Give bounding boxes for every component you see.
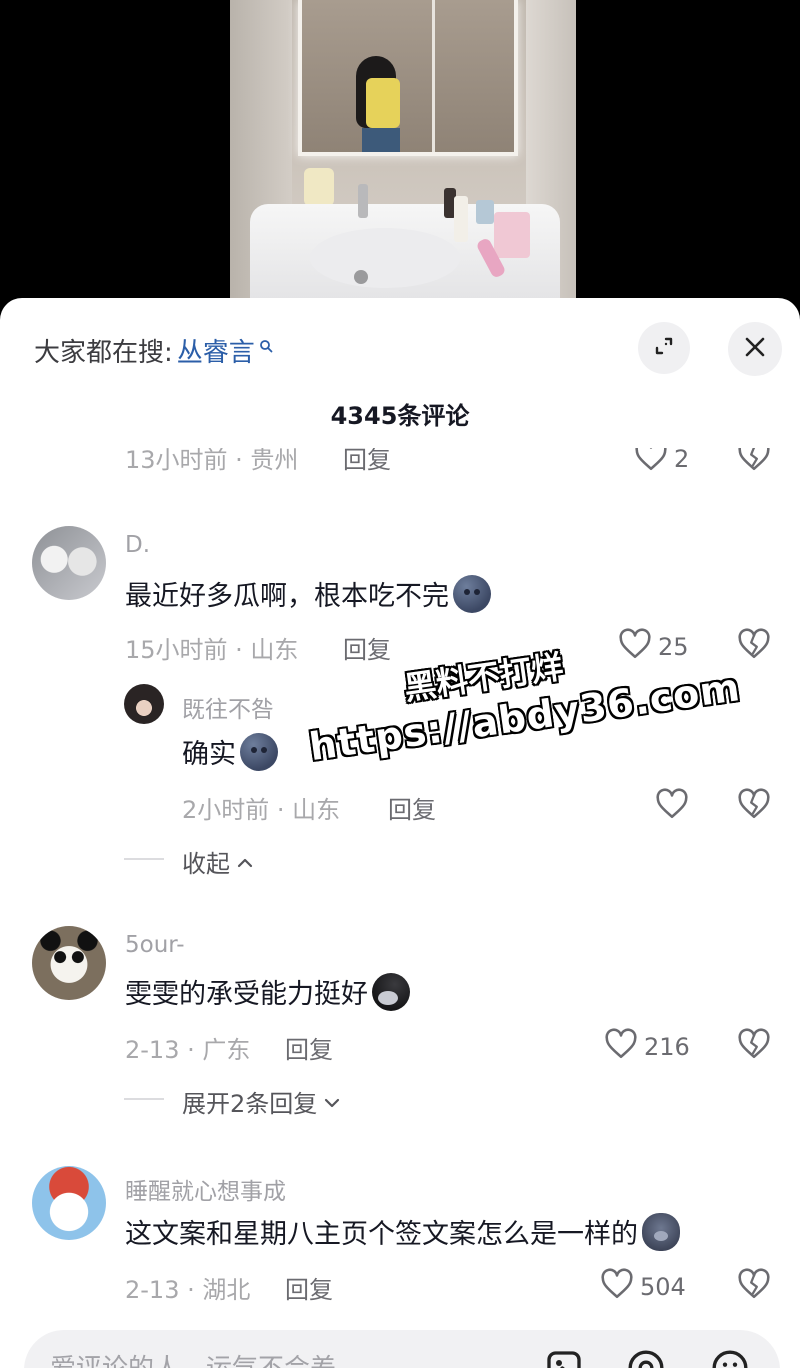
collapse-icon — [652, 334, 676, 362]
collapse-replies-label: 收起 — [182, 850, 230, 878]
heart-icon — [655, 788, 689, 824]
comment-time-location: 2-13 · 湖北 — [125, 1276, 251, 1304]
dislike-heart-icon — [737, 1028, 771, 1064]
dislike-heart-icon — [737, 788, 771, 824]
reply-username[interactable]: 既往不咎 — [182, 690, 274, 724]
reply-button[interactable]: 回复 — [388, 790, 436, 825]
divider — [124, 1098, 164, 1100]
like-count: 25 — [658, 633, 689, 661]
reply-text: 确实 — [182, 732, 278, 771]
comment-text: 雯雯的承受能力挺好 — [125, 972, 410, 1011]
avatar[interactable] — [124, 684, 164, 724]
emoji-icon[interactable] — [710, 1348, 750, 1368]
like-button[interactable]: 216 — [604, 1028, 690, 1066]
reply-text-content: 确实 — [182, 739, 236, 770]
chevron-up-icon — [230, 848, 254, 876]
expand-replies-button[interactable]: 展开2条回复 — [182, 1084, 341, 1119]
trending-search-prefix: 大家都在搜: — [34, 337, 173, 368]
pig-face-emoji — [642, 1212, 680, 1251]
reply-button[interactable]: 回复 — [285, 1030, 333, 1065]
like-button[interactable] — [655, 788, 689, 824]
trending-search[interactable]: 大家都在搜: 丛睿言 — [34, 328, 273, 372]
comment-username[interactable]: D. — [125, 532, 150, 558]
dislike-button[interactable] — [737, 1028, 771, 1064]
dark-face-emoji — [372, 972, 410, 1011]
reply-button[interactable]: 回复 — [343, 448, 391, 475]
moon-face-emoji — [240, 732, 278, 771]
comment-text: 最近好多瓜啊，根本吃不完 — [125, 574, 491, 613]
clipped-comment-meta: 13小时前 · 贵州 回复 2 — [0, 448, 800, 484]
like-button[interactable]: 25 — [618, 628, 689, 666]
divider — [124, 858, 164, 860]
trending-search-term[interactable]: 丛睿言 — [177, 332, 255, 369]
like-count: 216 — [644, 1033, 690, 1061]
at-icon[interactable] — [626, 1348, 666, 1368]
heart-icon — [618, 628, 658, 666]
comment-time-location: 2-13 · 广东 — [125, 1036, 251, 1064]
dislike-heart-icon — [737, 628, 771, 664]
dislike-heart-icon — [737, 448, 771, 476]
comment-text-content: 这文案和星期八主页个签文案怎么是一样的 — [125, 1219, 638, 1250]
comment-text-content: 最近好多瓜啊，根本吃不完 — [125, 581, 449, 612]
avatar[interactable] — [32, 526, 106, 600]
reply-button[interactable]: 回复 — [343, 630, 391, 665]
like-count: 2 — [674, 448, 690, 473]
expand-replies-label: 展开2条回复 — [182, 1090, 318, 1118]
dislike-button[interactable] — [737, 1268, 771, 1304]
comment-username[interactable]: 睡醒就心想事成 — [125, 1172, 286, 1206]
like-button[interactable]: 2 — [634, 448, 689, 478]
comment-input-placeholder[interactable]: 爱评论的人，运气不会差 — [50, 1348, 336, 1368]
dislike-heart-icon — [737, 1268, 771, 1304]
comment-sheet: 大家都在搜: 丛睿言 4345条评论 13小时前 · 贵州 回复 2 D. 最近… — [0, 298, 800, 1368]
image-icon[interactable] — [544, 1348, 584, 1368]
comment-count: 4345条评论 — [330, 402, 470, 430]
close-icon — [743, 335, 767, 363]
comment-input-bar[interactable]: 爱评论的人，运气不会差 — [24, 1330, 780, 1368]
heart-icon — [604, 1028, 644, 1066]
dislike-button[interactable] — [737, 628, 771, 664]
avatar[interactable] — [32, 1166, 106, 1240]
like-count: 504 — [640, 1273, 686, 1301]
dislike-button[interactable] — [737, 788, 771, 824]
collapse-replies-button[interactable]: 收起 — [182, 844, 254, 879]
mirror — [298, 0, 518, 156]
heart-icon — [634, 448, 674, 478]
avatar[interactable] — [32, 926, 106, 1000]
search-mini-icon — [259, 330, 273, 360]
video-frame-bathroom-mirror — [230, 0, 576, 300]
dislike-button[interactable] — [737, 448, 771, 476]
moon-face-emoji — [453, 574, 491, 613]
reply-button[interactable]: 回复 — [285, 1270, 333, 1305]
comment-username[interactable]: 5our- — [125, 932, 185, 958]
collapse-button[interactable] — [638, 322, 690, 374]
video-player[interactable] — [0, 0, 800, 300]
close-button[interactable] — [728, 322, 782, 376]
comment-text-content: 雯雯的承受能力挺好 — [125, 979, 368, 1010]
like-button[interactable]: 504 — [600, 1268, 686, 1306]
watermark-line-2: https://abdy36.com — [306, 665, 744, 770]
comment-text: 这文案和星期八主页个签文案怎么是一样的 — [125, 1212, 680, 1251]
reply-time-location: 2小时前 · 山东 — [182, 796, 341, 824]
chevron-down-icon — [317, 1088, 341, 1116]
comment-time-location: 15小时前 · 山东 — [125, 636, 299, 664]
heart-icon — [600, 1268, 640, 1306]
comment-time-location: 13小时前 · 贵州 — [125, 448, 299, 474]
